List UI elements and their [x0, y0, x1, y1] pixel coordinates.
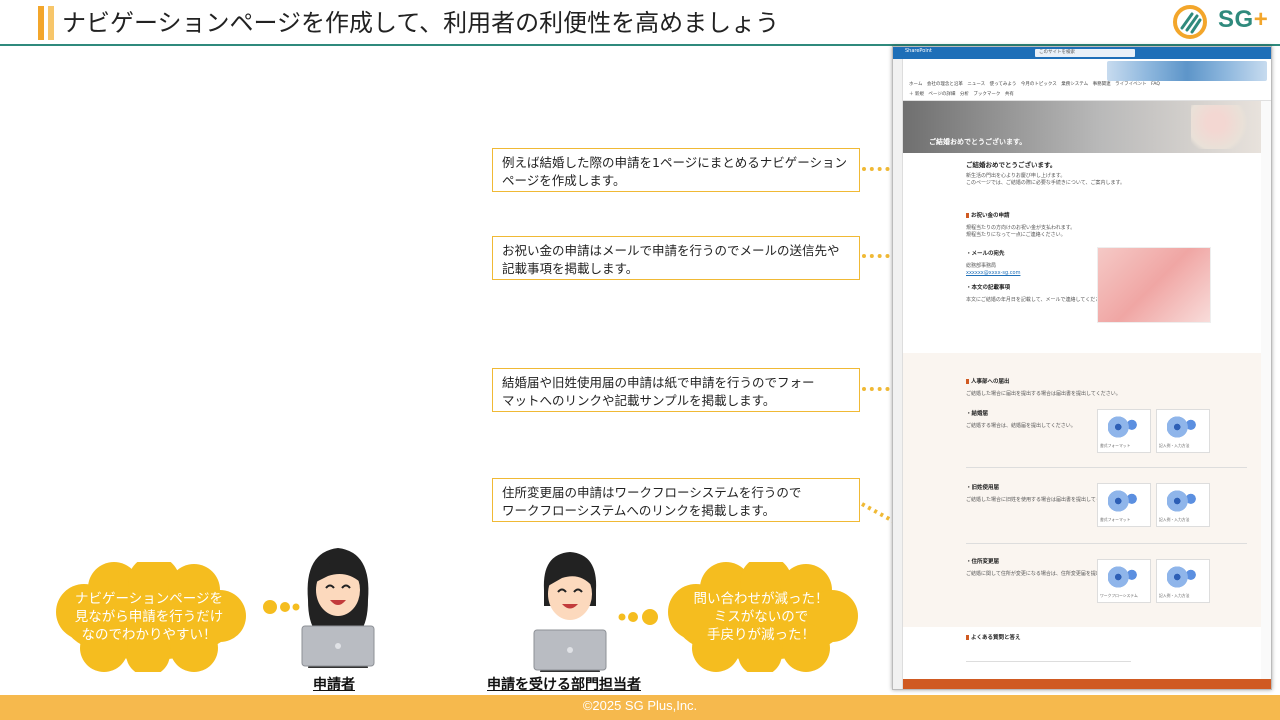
intro-heading: ご結婚おめでとうございます。: [966, 161, 1057, 169]
format-card[interactable]: 書式フォーマット: [1097, 483, 1151, 527]
address-heading: ・住所変更届: [966, 559, 1000, 565]
intro-text: このページでは、ご結婚の際に必要な手続きについて、ご案内します。: [966, 180, 1126, 186]
site-nav-links: ホーム 会社の理念と沿革 ニュース 使ってみよう 今月のトピックス 業務システム…: [909, 82, 1160, 87]
page-command-bar: ＋ 新規 ページの詳細 分析 ブックマーク 共有: [909, 92, 1014, 97]
staff-woman-icon: [533, 552, 607, 672]
section-faq: よくある質問と答え: [903, 627, 1261, 679]
page-hero-banner: ご結婚おめでとうございます。: [903, 101, 1261, 153]
gift-text: 規程当たりになって一点にご連絡ください。: [966, 232, 1066, 238]
sample-card[interactable]: 記入例・入力方法: [1156, 559, 1210, 603]
marriage-heading: ・結婚届: [966, 411, 989, 417]
bubble-right-text: 問い合わせが減った！ ミスがないので 手戻りが減った！: [693, 591, 829, 643]
faq-divider: [966, 661, 1131, 662]
mail-address-link[interactable]: xxxxxx@xxxx-sg.com: [966, 270, 1020, 276]
hr-heading: 人事部への届出: [966, 377, 1010, 385]
site-header-people-banner: [1107, 61, 1267, 81]
card-label: 記入例・入力方法: [1159, 443, 1190, 448]
sharepoint-site-nav: ホーム 会社の理念と沿革 ニュース 使ってみよう 今月のトピックス 業務システム…: [903, 59, 1271, 101]
sharepoint-app-rail: [893, 59, 903, 689]
sharepoint-suite-bar: SharePoint このサイトを検索: [893, 47, 1271, 59]
sharepoint-app-name: SharePoint: [905, 48, 932, 54]
hero-title: ご結婚おめでとうございます。: [929, 138, 1027, 146]
applicant-label: 申請者: [313, 677, 355, 693]
title-accent-bar: [38, 6, 44, 40]
card-label: ワークフローシステム: [1100, 593, 1138, 598]
thought-dots-left: [263, 600, 300, 614]
card-label: 記入例・入力方法: [1159, 517, 1190, 522]
callout-workflow: 住所変更届の申請はワークフローシステムを行うので ワークフローシステムへのリンクを…: [492, 478, 860, 522]
gift-heading: お祝い金の申請: [966, 211, 1010, 219]
copyright-text: ©2025 SG Plus,Inc.: [582, 698, 698, 713]
mail-heading: ・メールの宛先: [966, 251, 1005, 257]
card-label: 書式フォーマット: [1100, 443, 1131, 448]
oldname-heading: ・旧姓使用届: [966, 485, 1000, 491]
flower-bouquet-image: [1191, 105, 1253, 149]
sample-card[interactable]: 記入例・入力方法: [1156, 409, 1210, 453]
gift-text: 規程当たりの方向けのお祝い金が支払われます。: [966, 225, 1076, 231]
marriage-text: ご結婚する場合は、結婚届を提出してください。: [966, 423, 1076, 429]
sharepoint-page-screenshot: SharePoint このサイトを検索 ホーム 会社の理念と沿革 ニュース 使っ…: [892, 46, 1272, 690]
document-illustration-icon: [1167, 566, 1201, 588]
page-title: ナビゲーションページを作成して、利用者の利便性を高めましょう: [62, 9, 780, 37]
title-accent-bar-light: [48, 6, 54, 40]
intro-text: 新生活の門出を心よりお慶び申し上げます。: [966, 173, 1066, 179]
section-divider: [966, 543, 1247, 544]
thought-dots-right: [618, 609, 658, 625]
logo-wordmark: SG+: [1218, 6, 1269, 33]
sample-card[interactable]: 記入例・入力方法: [1156, 483, 1210, 527]
sharepoint-search-box: このサイトを検索: [1035, 49, 1135, 57]
document-illustration-icon: [1108, 490, 1142, 512]
faq-heading: よくある質問と答え: [966, 633, 1021, 641]
content-heading: ・本文の記載事項: [966, 285, 1011, 291]
card-label: 記入例・入力方法: [1159, 593, 1190, 598]
workflow-card[interactable]: ワークフローシステム: [1097, 559, 1151, 603]
callout-navigation-page: 例えば結婚した際の申請を1ページにまとめるナビゲーション ページを作成します。: [492, 148, 860, 192]
workflow-illustration-icon: [1108, 566, 1142, 588]
card-label: 書式フォーマット: [1100, 517, 1131, 522]
applicant-woman-icon: [301, 548, 375, 668]
callout-gift-mail: お祝い金の申請はメールで申請を行うのでメールの送信先や 記載事項を掲載します。: [492, 236, 860, 280]
document-illustration-icon: [1108, 416, 1142, 438]
wedding-gift-photo: [1097, 247, 1211, 323]
section-hr-forms: 人事部への届出 ご結婚した場合に届出を提出する場合は届出書を提出してください。 …: [903, 353, 1261, 627]
section-gift: ご結婚おめでとうございます。 新生活の門出を心よりお慶び申し上げます。 このペー…: [903, 153, 1261, 353]
document-illustration-icon: [1167, 490, 1201, 512]
section-divider: [966, 467, 1247, 468]
document-illustration-icon: [1167, 416, 1201, 438]
format-card[interactable]: 書式フォーマット: [1097, 409, 1151, 453]
bubble-left-text: ナビゲーションページを 見ながら申請を行うだけ なのでわかりやすい！: [74, 591, 224, 643]
mail-label: 総務部事務局: [966, 263, 997, 269]
footer-bar: ©2025 SG Plus,Inc.: [0, 695, 1280, 720]
callout-paper-forms: 結婚届や旧姓使用届の申請は紙で申請を行うのでフォー マットへのリンクや記載サンプル…: [492, 368, 860, 412]
hr-text: ご結婚した場合に届出を提出する場合は届出書を提出してください。: [966, 391, 1121, 397]
content-text: 本文にご結婚の年月日を記載して、メールで連絡してください。: [966, 297, 1111, 303]
sharepoint-footer-bar: [903, 679, 1271, 689]
staff-label: 申請を受ける部門担当者: [487, 677, 641, 693]
